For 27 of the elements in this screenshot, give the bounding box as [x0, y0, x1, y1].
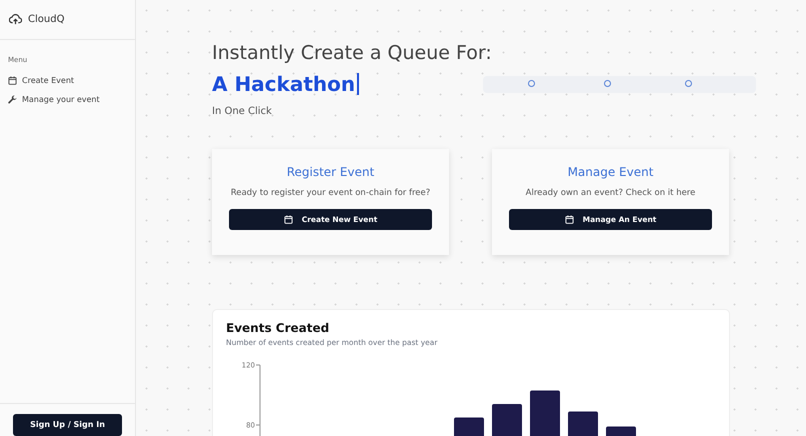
hero-heading: Instantly Create a Queue For:	[212, 42, 493, 64]
chart-bar	[568, 412, 598, 436]
cloud-upload-icon	[9, 14, 22, 25]
wrench-icon	[8, 95, 17, 104]
y-axis	[256, 364, 260, 436]
app-logo: CloudQ	[28, 14, 64, 25]
chart-bar	[606, 426, 636, 436]
menu-item[interactable]: Create Event	[8, 71, 127, 90]
carousel-dot[interactable]	[604, 80, 612, 86]
carousel-dot[interactable]	[528, 80, 536, 86]
card-title: Manage Event	[568, 165, 654, 181]
menu-item[interactable]: Manage your event	[8, 90, 127, 109]
typing-cursor	[357, 73, 360, 95]
card-description: Already own an event? Check on it here	[526, 188, 696, 198]
calendar-icon	[8, 76, 17, 85]
card-title: Register Event	[286, 165, 374, 181]
chart-bar	[492, 404, 522, 436]
typed-text: A Hackathon	[212, 72, 356, 96]
carousel-dot[interactable]	[685, 80, 692, 86]
calendar-icon	[564, 215, 574, 224]
card-description: Ready to register your event on-chain for free?	[230, 188, 430, 198]
hero-subtitle: In One Click	[212, 106, 273, 117]
chart-bar	[530, 390, 560, 436]
calendar-icon	[284, 215, 293, 224]
chart-bar	[454, 418, 484, 436]
sign-in-button[interactable]: Sign Up / Sign In	[13, 414, 122, 436]
chart-title: Events Created	[226, 321, 330, 335]
